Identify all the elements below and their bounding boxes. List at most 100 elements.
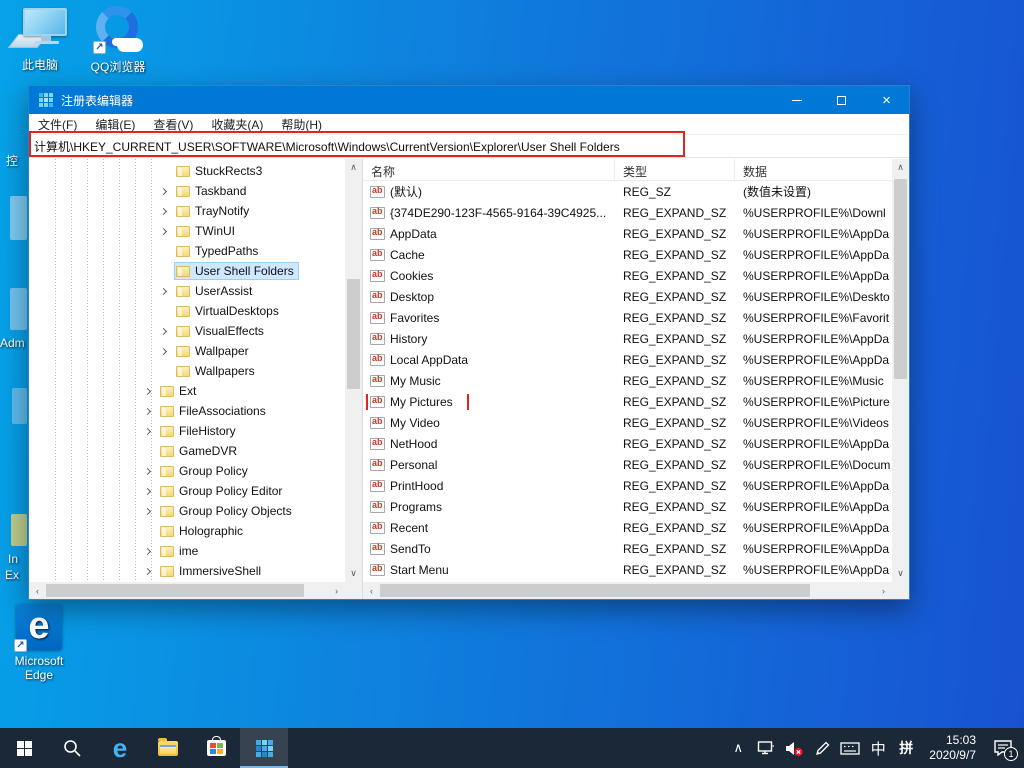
start-button[interactable] bbox=[0, 728, 48, 768]
list-hscroll-thumb[interactable] bbox=[380, 584, 810, 597]
tray-expand-chevron-icon[interactable]: ∧ bbox=[725, 728, 751, 768]
tree-item[interactable]: TypedPaths bbox=[29, 241, 345, 261]
value-row[interactable]: Personal REG_EXPAND_SZ %USERPROFILE%\Doc… bbox=[363, 454, 892, 475]
column-header-name[interactable]: 名称 bbox=[363, 159, 615, 180]
tree-item[interactable]: TrayNotify bbox=[29, 201, 345, 221]
expand-chevron-icon[interactable] bbox=[144, 407, 151, 414]
expand-chevron-icon[interactable] bbox=[160, 287, 167, 294]
search-button[interactable] bbox=[48, 728, 96, 768]
touch-keyboard-icon[interactable] bbox=[837, 728, 863, 768]
tree-vscroll-thumb[interactable] bbox=[347, 279, 360, 389]
value-row[interactable]: Cache REG_EXPAND_SZ %USERPROFILE%\AppDa bbox=[363, 244, 892, 265]
desktop-icon-this-pc[interactable]: 此电脑 bbox=[2, 8, 78, 73]
value-row[interactable]: Favorites REG_EXPAND_SZ %USERPROFILE%\Fa… bbox=[363, 307, 892, 328]
close-button[interactable]: × bbox=[864, 86, 909, 114]
taskbar-registry-editor-button[interactable] bbox=[240, 728, 288, 768]
value-row[interactable]: (默认) REG_SZ (数值未设置) bbox=[363, 181, 892, 202]
tree-item[interactable]: User Shell Folders bbox=[29, 261, 345, 281]
tree-item[interactable]: StuckRects3 bbox=[29, 161, 345, 181]
value-row[interactable]: Cookies REG_EXPAND_SZ %USERPROFILE%\AppD… bbox=[363, 265, 892, 286]
ime-language-indicator[interactable]: 中 bbox=[865, 728, 891, 768]
value-row[interactable]: {374DE290-123F-4565-9164-39C4925... REG_… bbox=[363, 202, 892, 223]
tree-item[interactable]: FileAssociations bbox=[29, 401, 345, 421]
value-row[interactable]: AppData REG_EXPAND_SZ %USERPROFILE%\AppD… bbox=[363, 223, 892, 244]
tree-item[interactable]: GameDVR bbox=[29, 441, 345, 461]
tree-item[interactable]: Group Policy Objects bbox=[29, 501, 345, 521]
menu-item[interactable]: 编辑(E) bbox=[86, 114, 144, 135]
column-header-type[interactable]: 类型 bbox=[615, 159, 735, 180]
scroll-up-icon[interactable]: ∧ bbox=[345, 159, 362, 176]
expand-chevron-icon[interactable] bbox=[144, 547, 151, 554]
expand-chevron-icon[interactable] bbox=[144, 507, 151, 514]
action-center-button[interactable]: 1 bbox=[986, 728, 1020, 768]
value-row[interactable]: NetHood REG_EXPAND_SZ %USERPROFILE%\AppD… bbox=[363, 433, 892, 454]
network-icon[interactable] bbox=[753, 728, 779, 768]
minimize-button[interactable] bbox=[774, 86, 819, 114]
tree-item[interactable]: UserAssist bbox=[29, 281, 345, 301]
list-vscroll-thumb[interactable] bbox=[894, 179, 907, 379]
expand-chevron-icon[interactable] bbox=[144, 567, 151, 574]
expand-chevron-icon[interactable] bbox=[160, 187, 167, 194]
tree-item[interactable]: Ext bbox=[29, 381, 345, 401]
tree-vertical-scrollbar[interactable]: ∧ ∨ bbox=[345, 159, 362, 582]
value-row[interactable]: PrintHood REG_EXPAND_SZ %USERPROFILE%\Ap… bbox=[363, 475, 892, 496]
menu-item[interactable]: 文件(F) bbox=[29, 114, 86, 135]
expand-chevron-icon[interactable] bbox=[144, 387, 151, 394]
scroll-up-icon[interactable]: ∧ bbox=[892, 159, 909, 176]
column-header-data[interactable]: 数据 bbox=[735, 159, 892, 180]
tree-item[interactable]: TWinUI bbox=[29, 221, 345, 241]
value-row[interactable]: Local AppData REG_EXPAND_SZ %USERPROFILE… bbox=[363, 349, 892, 370]
tree-item[interactable]: VisualEffects bbox=[29, 321, 345, 341]
desktop-icon-microsoft-edge[interactable]: e ↗ Microsoft Edge bbox=[1, 604, 77, 682]
scroll-down-icon[interactable]: ∨ bbox=[892, 565, 909, 582]
menu-item[interactable]: 帮助(H) bbox=[272, 114, 331, 135]
taskbar-edge-button[interactable]: e bbox=[96, 728, 144, 768]
expand-chevron-icon[interactable] bbox=[144, 467, 151, 474]
tree-item[interactable]: Wallpapers bbox=[29, 361, 345, 381]
pen-icon[interactable] bbox=[809, 728, 835, 768]
desktop-icon-qq-browser[interactable]: ↗ QQ浏览器 bbox=[80, 6, 156, 75]
value-row[interactable]: My Pictures REG_EXPAND_SZ %USERPROFILE%\… bbox=[363, 391, 892, 412]
tree-item[interactable]: FileHistory bbox=[29, 421, 345, 441]
tree-item[interactable]: Group Policy Editor bbox=[29, 481, 345, 501]
value-row[interactable]: Desktop REG_EXPAND_SZ %USERPROFILE%\Desk… bbox=[363, 286, 892, 307]
menu-item[interactable]: 收藏夹(A) bbox=[202, 114, 272, 135]
menu-item[interactable]: 查看(V) bbox=[144, 114, 202, 135]
expand-chevron-icon[interactable] bbox=[160, 347, 167, 354]
tree-item[interactable]: Holographic bbox=[29, 521, 345, 541]
scroll-down-icon[interactable]: ∨ bbox=[345, 565, 362, 582]
address-bar[interactable]: 计算机\HKEY_CURRENT_USER\SOFTWARE\Microsoft… bbox=[29, 135, 909, 158]
taskbar-store-button[interactable] bbox=[192, 728, 240, 768]
list-vertical-scrollbar[interactable]: ∧ ∨ bbox=[892, 159, 909, 582]
expand-chevron-icon[interactable] bbox=[160, 327, 167, 334]
scroll-left-icon[interactable]: ‹ bbox=[363, 582, 380, 599]
expand-chevron-icon[interactable] bbox=[160, 227, 167, 234]
tree-hscroll-thumb[interactable] bbox=[46, 584, 304, 597]
value-row[interactable]: My Music REG_EXPAND_SZ %USERPROFILE%\Mus… bbox=[363, 370, 892, 391]
value-row[interactable]: History REG_EXPAND_SZ %USERPROFILE%\AppD… bbox=[363, 328, 892, 349]
tree-item[interactable]: Group Policy bbox=[29, 461, 345, 481]
taskbar-clock[interactable]: 15:03 2020/9/7 bbox=[921, 733, 984, 763]
tree-horizontal-scrollbar[interactable]: ‹ › bbox=[29, 582, 345, 599]
value-row[interactable]: My Video REG_EXPAND_SZ %USERPROFILE%\Vid… bbox=[363, 412, 892, 433]
tree-item[interactable]: VirtualDesktops bbox=[29, 301, 345, 321]
tree-item[interactable]: ImmersiveShell bbox=[29, 561, 345, 581]
scroll-right-icon[interactable]: › bbox=[875, 582, 892, 599]
value-row[interactable]: Programs REG_EXPAND_SZ %USERPROFILE%\App… bbox=[363, 496, 892, 517]
tree-item[interactable]: Taskband bbox=[29, 181, 345, 201]
taskbar-file-explorer-button[interactable] bbox=[144, 728, 192, 768]
expand-chevron-icon[interactable] bbox=[144, 427, 151, 434]
value-row[interactable]: Start Menu REG_EXPAND_SZ %USERPROFILE%\A… bbox=[363, 559, 892, 580]
scroll-left-icon[interactable]: ‹ bbox=[29, 582, 46, 599]
list-horizontal-scrollbar[interactable]: ‹ › bbox=[363, 582, 892, 599]
tree-item[interactable]: Wallpaper bbox=[29, 341, 345, 361]
ime-pinyin-indicator[interactable]: 拼 bbox=[893, 728, 919, 768]
scroll-right-icon[interactable]: › bbox=[328, 582, 345, 599]
volume-muted-icon[interactable] bbox=[781, 728, 807, 768]
tree-item[interactable]: ime bbox=[29, 541, 345, 561]
maximize-button[interactable] bbox=[819, 86, 864, 114]
value-row[interactable]: Recent REG_EXPAND_SZ %USERPROFILE%\AppDa bbox=[363, 517, 892, 538]
expand-chevron-icon[interactable] bbox=[144, 487, 151, 494]
expand-chevron-icon[interactable] bbox=[160, 207, 167, 214]
window-titlebar[interactable]: 注册表编辑器 × bbox=[29, 86, 909, 114]
